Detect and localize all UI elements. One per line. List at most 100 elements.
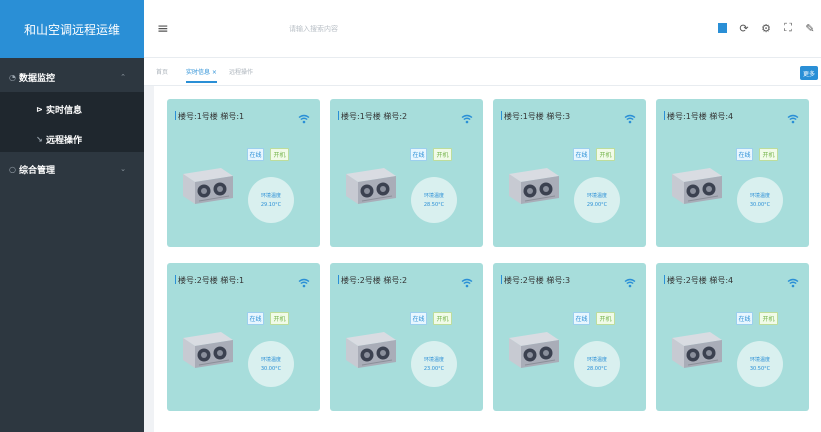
air-conditioner-unit-image [503, 328, 561, 370]
chevron-up-icon: ⌃ [120, 73, 126, 81]
wifi-icon [624, 273, 636, 292]
online-status-button[interactable]: 在线 [573, 148, 590, 161]
main-content: 楼号:1号楼 梯号:1 在线 开机 环境温度 29.10°C 楼号:1号楼 梯号… [154, 86, 821, 432]
temperature-display: 环境温度 30.00°C [737, 177, 783, 223]
tab-realtime-info[interactable]: 实时信息 × [186, 67, 217, 83]
power-status-button[interactable]: 开机 [433, 312, 452, 325]
card-title-text: 楼号:1号楼 梯号:1 [178, 112, 245, 121]
air-conditioner-unit-image [177, 164, 235, 206]
device-card[interactable]: 楼号:2号楼 梯号:2 在线 开机 环境温度 23.00°C [330, 263, 483, 411]
power-status-button[interactable]: 开机 [759, 312, 778, 325]
temperature-display: 环境温度 30.00°C [248, 341, 294, 387]
title-accent-bar [664, 111, 665, 120]
temperature-value: 30.50°C [749, 366, 771, 372]
card-title: 楼号:1号楼 梯号:1 [175, 111, 244, 122]
wifi-icon [461, 273, 473, 292]
card-title: 楼号:1号楼 梯号:2 [338, 111, 407, 122]
air-conditioner-unit-image [340, 328, 398, 370]
more-button[interactable]: 更多 [800, 66, 818, 80]
card-title-text: 楼号:2号楼 梯号:3 [504, 276, 571, 285]
online-status-button[interactable]: 在线 [573, 312, 590, 325]
temperature-label: 环境温度 [749, 193, 770, 199]
card-title-text: 楼号:2号楼 梯号:2 [341, 276, 408, 285]
card-title-text: 楼号:2号楼 梯号:4 [667, 276, 734, 285]
title-accent-bar [338, 111, 339, 120]
tab-home[interactable]: 首页 [156, 67, 168, 76]
air-conditioner-unit-image [177, 328, 235, 370]
power-status-button[interactable]: 开机 [596, 148, 615, 161]
chevron-down-icon: ⌄ [120, 165, 126, 173]
wifi-icon [298, 273, 310, 292]
online-status-button[interactable]: 在线 [736, 148, 753, 161]
card-title: 楼号:2号楼 梯号:1 [175, 275, 244, 286]
tab-bar: 首页 实时信息 × 远程操作 更多 [144, 58, 821, 86]
sidebar-item-label: 综合管理 [19, 165, 56, 176]
device-card[interactable]: 楼号:1号楼 梯号:1 在线 开机 环境温度 29.10°C [167, 99, 320, 247]
fullscreen-icon[interactable]: ⛶ [777, 17, 799, 39]
sidebar-item-label: 数据监控 [19, 73, 56, 84]
temperature-display: 环境温度 30.50°C [737, 341, 783, 387]
temperature-label: 环境温度 [586, 193, 607, 199]
power-status-button[interactable]: 开机 [759, 148, 778, 161]
sidebar-item-label: 远程操作 [46, 135, 83, 146]
online-status-button[interactable]: 在线 [410, 148, 427, 161]
temperature-value: 30.00°C [749, 202, 771, 208]
online-status-button[interactable]: 在线 [410, 312, 427, 325]
power-status-button[interactable]: 开机 [596, 312, 615, 325]
device-card[interactable]: 楼号:1号楼 梯号:3 在线 开机 环境温度 29.00°C [493, 99, 646, 247]
temperature-label: 环境温度 [423, 357, 444, 363]
color-square-icon[interactable] [711, 17, 733, 39]
header-toolbar: ⟳ ⚙ ⛶ ✎ [711, 17, 821, 39]
air-conditioner-unit-image [503, 164, 561, 206]
air-conditioner-unit-image [340, 164, 398, 206]
refresh-icon[interactable]: ⟳ [733, 17, 755, 39]
sidebar-item-remote-operation[interactable]: ↘ 远程操作 [0, 126, 144, 152]
temperature-value: 29.00°C [586, 202, 608, 208]
power-status-button[interactable]: 开机 [270, 312, 289, 325]
wrench-icon: ↘ [36, 134, 43, 144]
settings-icon[interactable]: ⚙ [755, 17, 777, 39]
temperature-label: 环境温度 [423, 193, 444, 199]
sidebar: 和山空调远程运维 ◔ 数据监控 ⌃ ⊳ 实时信息 ↘ 远程操作 ○ 综合管理 ⌄ [0, 0, 144, 432]
air-conditioner-unit-image [666, 328, 724, 370]
device-card[interactable]: 楼号:2号楼 梯号:1 在线 开机 环境温度 30.00°C [167, 263, 320, 411]
sidebar-item-data-monitor[interactable]: ◔ 数据监控 ⌃ [0, 62, 144, 92]
device-card[interactable]: 楼号:1号楼 梯号:2 在线 开机 环境温度 28.50°C [330, 99, 483, 247]
app-root: 和山空调远程运维 ◔ 数据监控 ⌃ ⊳ 实时信息 ↘ 远程操作 ○ 综合管理 ⌄… [0, 0, 821, 432]
sidebar-item-realtime-info[interactable]: ⊳ 实时信息 [0, 92, 144, 126]
app-logo-title[interactable]: 和山空调远程运维 [0, 0, 144, 58]
menu-toggle-icon[interactable]: ≡ [157, 21, 169, 37]
card-title: 楼号:2号楼 梯号:4 [664, 275, 733, 286]
card-title-text: 楼号:1号楼 梯号:3 [504, 112, 571, 121]
card-title: 楼号:2号楼 梯号:3 [501, 275, 570, 286]
wifi-icon [787, 273, 799, 292]
wifi-icon [298, 109, 310, 128]
tab-remote-operation[interactable]: 远程操作 [229, 67, 253, 76]
online-status-button[interactable]: 在线 [247, 312, 264, 325]
wifi-icon [461, 109, 473, 128]
temperature-value: 29.10°C [260, 202, 282, 208]
sidebar-item-label: 实时信息 [46, 105, 83, 116]
title-accent-bar [664, 275, 665, 284]
temperature-display: 环境温度 29.10°C [248, 177, 294, 223]
sidebar-item-general-management[interactable]: ○ 综合管理 ⌄ [0, 152, 144, 186]
power-status-button[interactable]: 开机 [433, 148, 452, 161]
pen-icon[interactable]: ✎ [799, 17, 821, 39]
online-status-button[interactable]: 在线 [247, 148, 264, 161]
temperature-display: 环境温度 28.00°C [574, 341, 620, 387]
online-status-button[interactable]: 在线 [736, 312, 753, 325]
device-card[interactable]: 楼号:2号楼 梯号:4 在线 开机 环境温度 30.50°C [656, 263, 809, 411]
card-title-text: 楼号:2号楼 梯号:1 [178, 276, 245, 285]
power-status-button[interactable]: 开机 [270, 148, 289, 161]
temperature-label: 环境温度 [586, 357, 607, 363]
title-accent-bar [501, 275, 502, 284]
title-accent-bar [338, 275, 339, 284]
air-conditioner-unit-image [666, 164, 724, 206]
search-input[interactable]: 请输入搜索内容 [289, 24, 338, 34]
wifi-icon [624, 109, 636, 128]
card-title-text: 楼号:1号楼 梯号:4 [667, 112, 734, 121]
device-card[interactable]: 楼号:2号楼 梯号:3 在线 开机 环境温度 28.00°C [493, 263, 646, 411]
title-accent-bar [501, 111, 502, 120]
device-card[interactable]: 楼号:1号楼 梯号:4 在线 开机 环境温度 30.00°C [656, 99, 809, 247]
card-title: 楼号:1号楼 梯号:4 [664, 111, 733, 122]
